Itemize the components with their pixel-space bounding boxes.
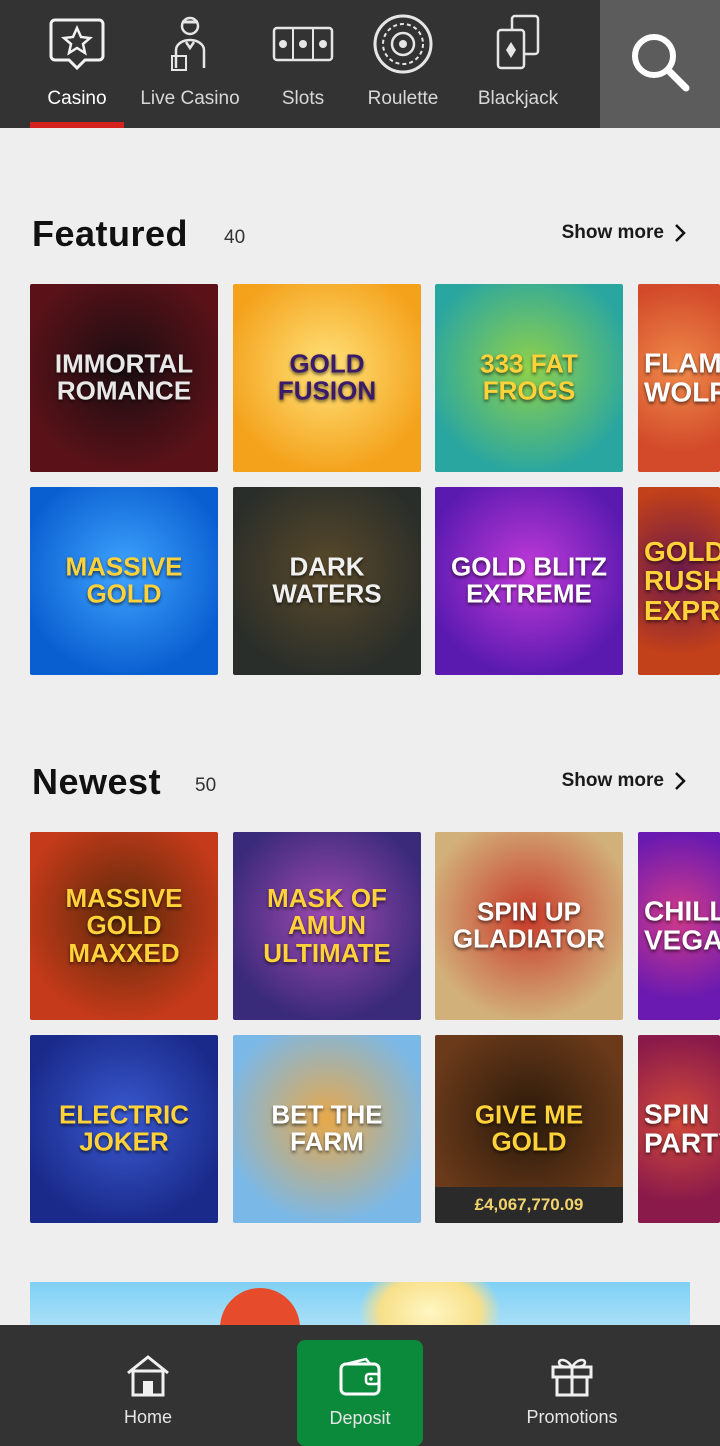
home-icon [127,1355,169,1397]
tab-roulette-label: Roulette [367,88,439,109]
game-tile[interactable]: Gold Fusion [233,284,421,472]
game-tile[interactable]: Bet the Farm [233,1035,421,1223]
game-tile[interactable]: Flaming Wolf [638,284,720,472]
tab-blackjack-label: Blackjack [477,88,559,109]
game-tile[interactable]: Gold Blitz Extreme [435,487,623,675]
tab-blackjack[interactable]: Blackjack [468,0,568,128]
game-tile-title: Gold Fusion [277,348,377,406]
game-tile-title: Spin Party [644,1098,720,1159]
game-tile-title: Mask of Amun Ultimate [263,883,391,968]
roulette-wheel-icon [373,14,433,74]
featured-title: Featured [32,213,189,254]
game-tile[interactable]: Gold Rush Express [638,487,720,675]
game-tile-title: Give Me Gold [474,1099,584,1157]
featured-count: 40 [224,227,246,248]
game-tile-title: Spin Up Gladiator [452,896,606,954]
chevron-right-icon [675,772,686,790]
featured-show-more-label: Show more [561,222,664,243]
game-tile[interactable]: Dark Waters [233,487,421,675]
category-nav: Casino Live Casino Slots Roulette Blackj… [0,0,720,128]
game-tile-title: Chilli Vegas [644,895,720,956]
featured-show-more[interactable]: Show more [562,222,686,244]
game-tile[interactable]: Electric Joker [30,1035,218,1223]
bottom-nav-promotions-label: Promotions [526,1407,618,1427]
game-tile-title: Electric Joker [59,1099,189,1157]
tab-casino[interactable]: Casino [30,0,124,128]
newest-show-more-label: Show more [561,770,664,791]
jackpot-amount: £4,067,770.09 [435,1187,623,1223]
newest-show-more[interactable]: Show more [562,770,686,792]
game-tile-title: Massive Gold Maxxed [65,883,183,968]
game-tile-title: Flaming Wolf [644,347,720,408]
newest-count: 50 [195,775,217,796]
star-speech-icon [49,18,105,71]
tab-casino-label: Casino [47,88,107,109]
wallet-icon [339,1357,381,1396]
game-tile[interactable]: Massive Gold [30,487,218,675]
game-tile-title: Immortal Romance [54,348,194,406]
tab-slots-label: Slots [281,88,325,109]
active-tab-indicator [30,122,124,128]
newest-title: Newest [32,761,162,802]
bottom-nav-promotions[interactable]: Promotions [512,1325,632,1446]
bottom-nav-home-label: Home [123,1407,172,1427]
game-tile[interactable]: Immortal Romance [30,284,218,472]
search-button[interactable] [600,0,720,128]
game-tile[interactable]: Give Me Gold £4,067,770.09 [435,1035,623,1223]
category-tabs: Casino Live Casino Slots Roulette Blackj… [0,0,600,128]
game-tile-title: Gold Blitz Extreme [451,551,607,609]
tab-live-casino-label: Live Casino [140,88,240,109]
game-tile[interactable]: 333 Fat Frogs [435,284,623,472]
deposit-label: Deposit [329,1408,391,1428]
bottom-nav: Home Deposit Promotions [0,1325,720,1446]
game-tile-title: Massive Gold [65,551,183,609]
game-tile-title: 333 Fat Frogs [480,348,578,406]
chevron-right-icon [675,224,686,242]
game-tile[interactable]: Mask of Amun Ultimate [233,832,421,1020]
slot-machine-icon [272,26,334,62]
dealer-icon [171,16,206,71]
tab-live-casino[interactable]: Live Casino [134,0,246,128]
gift-icon [551,1358,593,1397]
game-tile[interactable]: Chilli Vegas [638,832,720,1020]
bottom-nav-home[interactable]: Home [88,1325,208,1446]
game-tile-title: Bet the Farm [271,1099,383,1157]
tab-slots[interactable]: Slots [262,0,344,128]
game-tile-title: Gold Rush Express [644,535,720,626]
game-tile[interactable]: Spin Party [638,1035,720,1223]
playing-cards-icon [496,14,540,70]
tab-roulette[interactable]: Roulette [360,0,446,128]
game-tile[interactable]: Spin Up Gladiator [435,832,623,1020]
deposit-button[interactable]: Deposit [297,1340,423,1446]
search-icon [632,34,690,92]
game-tile[interactable]: Massive Gold Maxxed [30,832,218,1020]
game-tile-title: Dark Waters [272,551,382,609]
